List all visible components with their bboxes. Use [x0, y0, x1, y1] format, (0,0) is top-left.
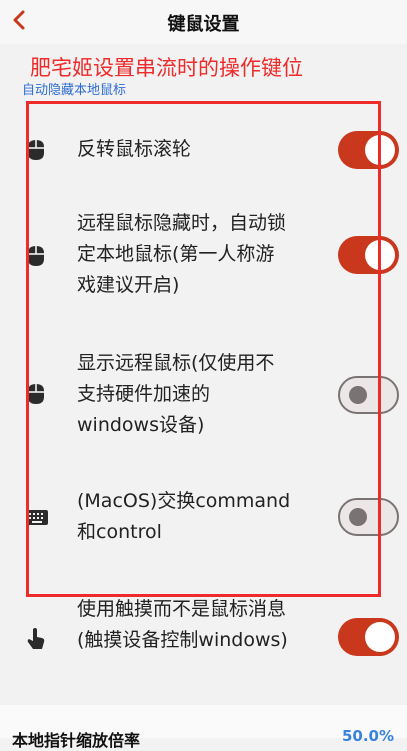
setting-label: 显示远程鼠标(仅使用不支持硬件加速的windows设备) [77, 352, 275, 436]
show-remote-mouse-toggle[interactable] [338, 376, 399, 414]
setting-row-lock-mouse: 远程鼠标隐藏时，自动锁定本地鼠标(第一人称游戏建议开启) [0, 208, 407, 304]
swap-command-toggle[interactable] [338, 498, 399, 536]
setting-label: 使用触摸而不是鼠标消息(触摸设备控制windows) [77, 598, 288, 651]
mouse-icon [28, 384, 44, 404]
section-label: 自动隐藏本地鼠标 [22, 83, 127, 98]
toggle-knob [365, 135, 395, 165]
toggle-knob [365, 240, 395, 270]
setting-row-swap-command: (MacOS)交换command和control [0, 486, 407, 550]
page-title: 键鼠设置 [167, 14, 240, 35]
toggle-knob [349, 508, 367, 526]
setting-row-show-remote-mouse: 显示远程鼠标(仅使用不支持硬件加速的windows设备) [0, 348, 407, 444]
setting-row-invert-scroll: 反转鼠标滚轮 [0, 128, 407, 172]
setting-label: (MacOS)交换command和control [77, 490, 291, 543]
pointer-scale-value: 50.0% [341, 727, 394, 745]
pointer-scale-row[interactable]: 本地指针缩放倍率 50.0% [0, 705, 407, 750]
setting-label: 远程鼠标隐藏时，自动锁定本地鼠标(第一人称游戏建议开启) [77, 212, 287, 296]
toggle-knob [349, 386, 367, 404]
toggle-knob [365, 622, 395, 652]
touch-icon [27, 628, 45, 649]
lock-mouse-toggle[interactable] [338, 236, 399, 274]
mouse-icon [28, 246, 44, 266]
annotation-text: 肥宅姬设置串流时的操作键位 [30, 56, 303, 80]
setting-label: 反转鼠标滚轮 [77, 138, 192, 160]
use-touch-toggle[interactable] [338, 618, 399, 656]
mouse-icon [28, 140, 44, 160]
setting-row-use-touch: 使用触摸而不是鼠标消息(触摸设备控制windows) [0, 594, 407, 690]
keyboard-icon [26, 510, 48, 525]
pointer-scale-label: 本地指针缩放倍率 [12, 731, 141, 750]
invert-scroll-toggle[interactable] [338, 131, 399, 169]
top-bar: 键鼠设置 [0, 0, 407, 44]
